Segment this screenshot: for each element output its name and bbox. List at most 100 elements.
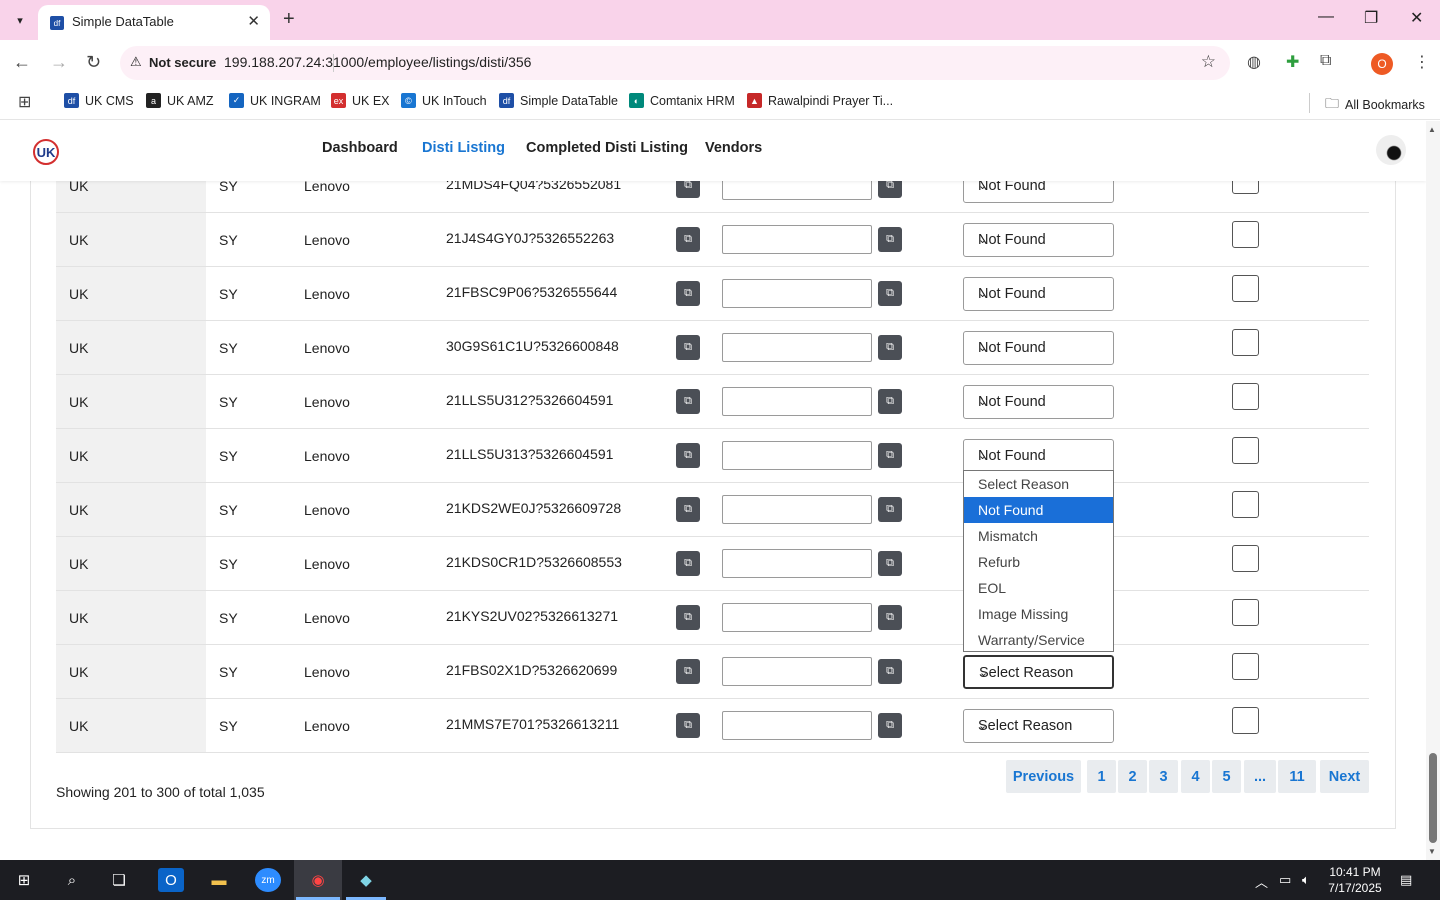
start-windows-icon[interactable]: ⊞ (11, 868, 37, 892)
window-close-icon[interactable]: ✕ (1410, 8, 1423, 28)
copy-sku-icon[interactable]: ⧉ (676, 281, 700, 306)
search-icon[interactable]: ⌕ (59, 868, 85, 892)
copy-sku-icon[interactable]: ⧉ (676, 335, 700, 360)
scroll-down-icon[interactable]: ▼ (1428, 847, 1436, 856)
nav-completed-disti-listing[interactable]: Completed Disti Listing (526, 140, 688, 156)
dropdown-option-highlighted[interactable]: Not Found (964, 497, 1113, 523)
pagination-page-4[interactable]: 4 (1181, 760, 1210, 793)
dropdown-option[interactable]: Select Reason (964, 471, 1113, 497)
browser-tab[interactable]: df Simple DataTable ✕ (38, 5, 270, 40)
value-input[interactable] (722, 603, 872, 632)
bookmark-uk-ex[interactable]: ex UK EX (331, 93, 390, 108)
dropdown-option[interactable]: EOL (964, 575, 1113, 601)
profile-avatar[interactable]: O (1371, 53, 1393, 75)
reason-select[interactable]: Not Found ⌄ (963, 385, 1114, 419)
paste-icon[interactable]: ⧉ (878, 659, 902, 684)
value-input[interactable] (722, 711, 872, 740)
tab-close-icon[interactable]: ✕ (247, 12, 260, 30)
reason-select[interactable]: Not Found ⌄ (963, 223, 1114, 257)
row-checkbox[interactable] (1232, 383, 1259, 410)
nav-vendors[interactable]: Vendors (705, 140, 762, 156)
back-icon[interactable]: ← (13, 52, 31, 73)
value-input[interactable] (722, 495, 872, 524)
value-input[interactable] (722, 441, 872, 470)
copy-sku-icon[interactable]: ⧉ (676, 551, 700, 576)
paste-icon[interactable]: ⧉ (878, 227, 902, 252)
user-avatar[interactable] (1376, 135, 1406, 165)
network-icon[interactable]: ▭ (1279, 872, 1291, 888)
pagination-page-2[interactable]: 2 (1118, 760, 1147, 793)
chrome-icon[interactable]: ◉ (305, 868, 331, 892)
paste-icon[interactable]: ⧉ (878, 497, 902, 522)
scroll-up-icon[interactable]: ▲ (1428, 125, 1436, 134)
address-bar[interactable]: ⚠ Not secure 199.188.207.24:31000/employ… (120, 46, 1230, 80)
dropdown-option[interactable]: Image Missing (964, 601, 1113, 627)
copy-sku-icon[interactable]: ⧉ (676, 497, 700, 522)
volume-muted-icon[interactable]: 🔈︎ (1302, 872, 1310, 888)
tray-chevron-icon[interactable]: ︿ (1255, 872, 1268, 891)
scroll-thumb[interactable] (1429, 753, 1437, 843)
menu-kebab-icon[interactable]: ⋮ (1414, 52, 1430, 72)
reload-icon[interactable]: ↻ (86, 52, 101, 73)
copy-sku-icon[interactable]: ⧉ (676, 389, 700, 414)
translate-icon[interactable]: ◍ (1247, 52, 1261, 72)
row-checkbox[interactable] (1232, 491, 1259, 518)
row-checkbox[interactable] (1232, 329, 1259, 356)
dropdown-option[interactable]: Refurb (964, 549, 1113, 575)
value-input[interactable] (722, 549, 872, 578)
reason-select[interactable]: Select Reason ⌄ (962, 654, 1115, 690)
row-checkbox[interactable] (1232, 653, 1259, 680)
bookmark-uk-ingram[interactable]: ✓ UK INGRAM (229, 93, 321, 108)
outlook-icon[interactable]: O (158, 868, 184, 892)
copy-sku-icon[interactable]: ⧉ (676, 443, 700, 468)
restore-icon[interactable]: ❐ (1364, 8, 1378, 28)
value-input[interactable] (722, 657, 872, 686)
zoom-icon[interactable]: zm (255, 868, 281, 892)
paste-icon[interactable]: ⧉ (878, 389, 902, 414)
system-clock[interactable]: 10:41 PM 7/17/2025 (1325, 864, 1385, 896)
value-input[interactable] (722, 225, 872, 254)
minimize-icon[interactable]: — (1318, 8, 1334, 26)
pagination-previous[interactable]: Previous (1006, 760, 1081, 793)
reason-select[interactable]: Not Found ⌄ (963, 277, 1114, 311)
pagination-next[interactable]: Next (1320, 760, 1369, 793)
bookmark-rawalpindi-prayer[interactable]: ▲ Rawalpindi Prayer Ti... (747, 93, 893, 108)
tab-list-chevron-icon[interactable]: ▾ (8, 8, 32, 32)
paste-icon[interactable]: ⧉ (878, 335, 902, 360)
reason-select[interactable]: Not Found ⌄ (963, 439, 1114, 473)
page-scrollbar[interactable]: ▲ ▼ (1426, 121, 1440, 860)
row-checkbox[interactable] (1232, 221, 1259, 248)
value-input[interactable] (722, 387, 872, 416)
bookmark-comtanix-hrm[interactable]: ◐ Comtanix HRM (629, 93, 735, 108)
security-label[interactable]: Not secure (149, 55, 216, 70)
value-input[interactable] (722, 279, 872, 308)
pagination-page-5[interactable]: 5 (1212, 760, 1241, 793)
copy-sku-icon[interactable]: ⧉ (676, 605, 700, 630)
dropdown-option[interactable]: Mismatch (964, 523, 1113, 549)
paste-icon[interactable]: ⧉ (878, 443, 902, 468)
reason-select[interactable]: Select Reason ⌄ (963, 709, 1114, 743)
row-checkbox[interactable] (1232, 707, 1259, 734)
row-checkbox[interactable] (1232, 545, 1259, 572)
bookmark-uk-intouch[interactable]: © UK InTouch (401, 93, 487, 108)
bookmark-uk-cms[interactable]: df UK CMS (64, 93, 134, 108)
pagination-page-1[interactable]: 1 (1087, 760, 1116, 793)
url-text[interactable]: 199.188.207.24:31000/employee/listings/d… (224, 54, 531, 70)
paste-icon[interactable]: ⧉ (878, 281, 902, 306)
file-explorer-icon[interactable]: ▬ (206, 868, 232, 892)
pagination-page-3[interactable]: 3 (1149, 760, 1178, 793)
all-bookmarks[interactable]: 🗀 All Bookmarks (1325, 93, 1425, 117)
paste-icon[interactable]: ⧉ (878, 605, 902, 630)
task-view-icon[interactable]: ❏ (106, 868, 132, 892)
forward-icon[interactable]: → (50, 52, 68, 73)
row-checkbox[interactable] (1232, 599, 1259, 626)
uk-logo[interactable]: UK (33, 139, 59, 165)
copy-sku-icon[interactable]: ⧉ (676, 713, 700, 738)
new-tab-icon[interactable]: + (283, 8, 295, 31)
paste-icon[interactable]: ⧉ (878, 713, 902, 738)
copy-sku-icon[interactable]: ⧉ (676, 659, 700, 684)
nav-disti-listing[interactable]: Disti Listing (422, 140, 505, 156)
dropdown-option[interactable]: Warranty/Service (964, 627, 1113, 653)
notifications-icon[interactable]: ▤ (1400, 872, 1412, 888)
extension-plus-icon[interactable]: ✚ (1286, 52, 1299, 72)
